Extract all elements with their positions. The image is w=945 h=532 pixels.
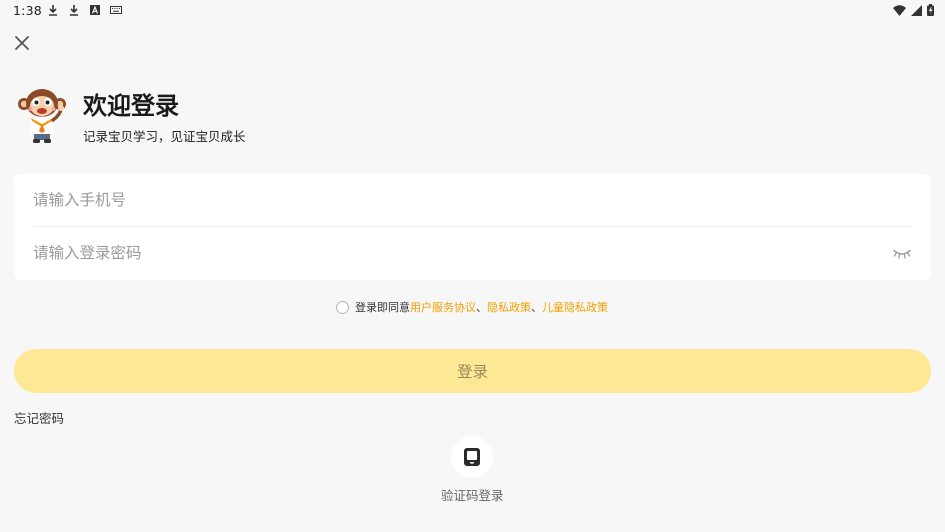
login-form-card [14, 174, 931, 280]
welcome-title: 欢迎登录 [83, 92, 179, 120]
status-notification-icons [47, 4, 122, 16]
close-icon[interactable] [12, 33, 32, 53]
agreement-separator: 、 [531, 301, 542, 314]
agreement-separator: 、 [476, 301, 487, 314]
welcome-subtitle: 记录宝贝学习，见证宝贝成长 [83, 129, 246, 144]
eye-closed-icon[interactable] [892, 245, 912, 261]
password-field [33, 227, 912, 279]
user-agreement-link[interactable]: 用户服务协议 [410, 299, 476, 315]
child-privacy-policy-link[interactable]: 儿童隐私政策 [542, 299, 608, 315]
wifi-icon [893, 4, 906, 16]
forgot-password-link[interactable]: 忘记密码 [14, 408, 64, 427]
font-a-icon [90, 5, 100, 15]
phone-input[interactable] [33, 174, 873, 226]
privacy-policy-link[interactable]: 隐私政策 [487, 299, 531, 315]
status-bar: 1:38 [0, 0, 945, 22]
sms-login-button[interactable] [451, 436, 493, 478]
download-icon [70, 5, 78, 16]
download-icon [49, 5, 57, 16]
agreement-checkbox[interactable] [336, 300, 349, 314]
status-system-icons [893, 4, 934, 16]
password-input[interactable] [33, 227, 873, 279]
monkey-mascot-icon [18, 89, 66, 143]
keyboard-icon [110, 6, 122, 14]
login-button[interactable]: 登录 [14, 349, 931, 393]
phone-field [33, 174, 912, 227]
battery-icon [927, 4, 934, 16]
status-time: 1:38 [13, 3, 42, 18]
agreement-row: 登录即同意 用户服务协议 、 隐私政策 、 儿童隐私政策 [336, 299, 608, 315]
tablet-icon [464, 448, 480, 466]
agreement-prefix: 登录即同意 [355, 301, 410, 314]
signal-icon [911, 4, 922, 16]
sms-login-label[interactable]: 验证码登录 [441, 485, 504, 504]
